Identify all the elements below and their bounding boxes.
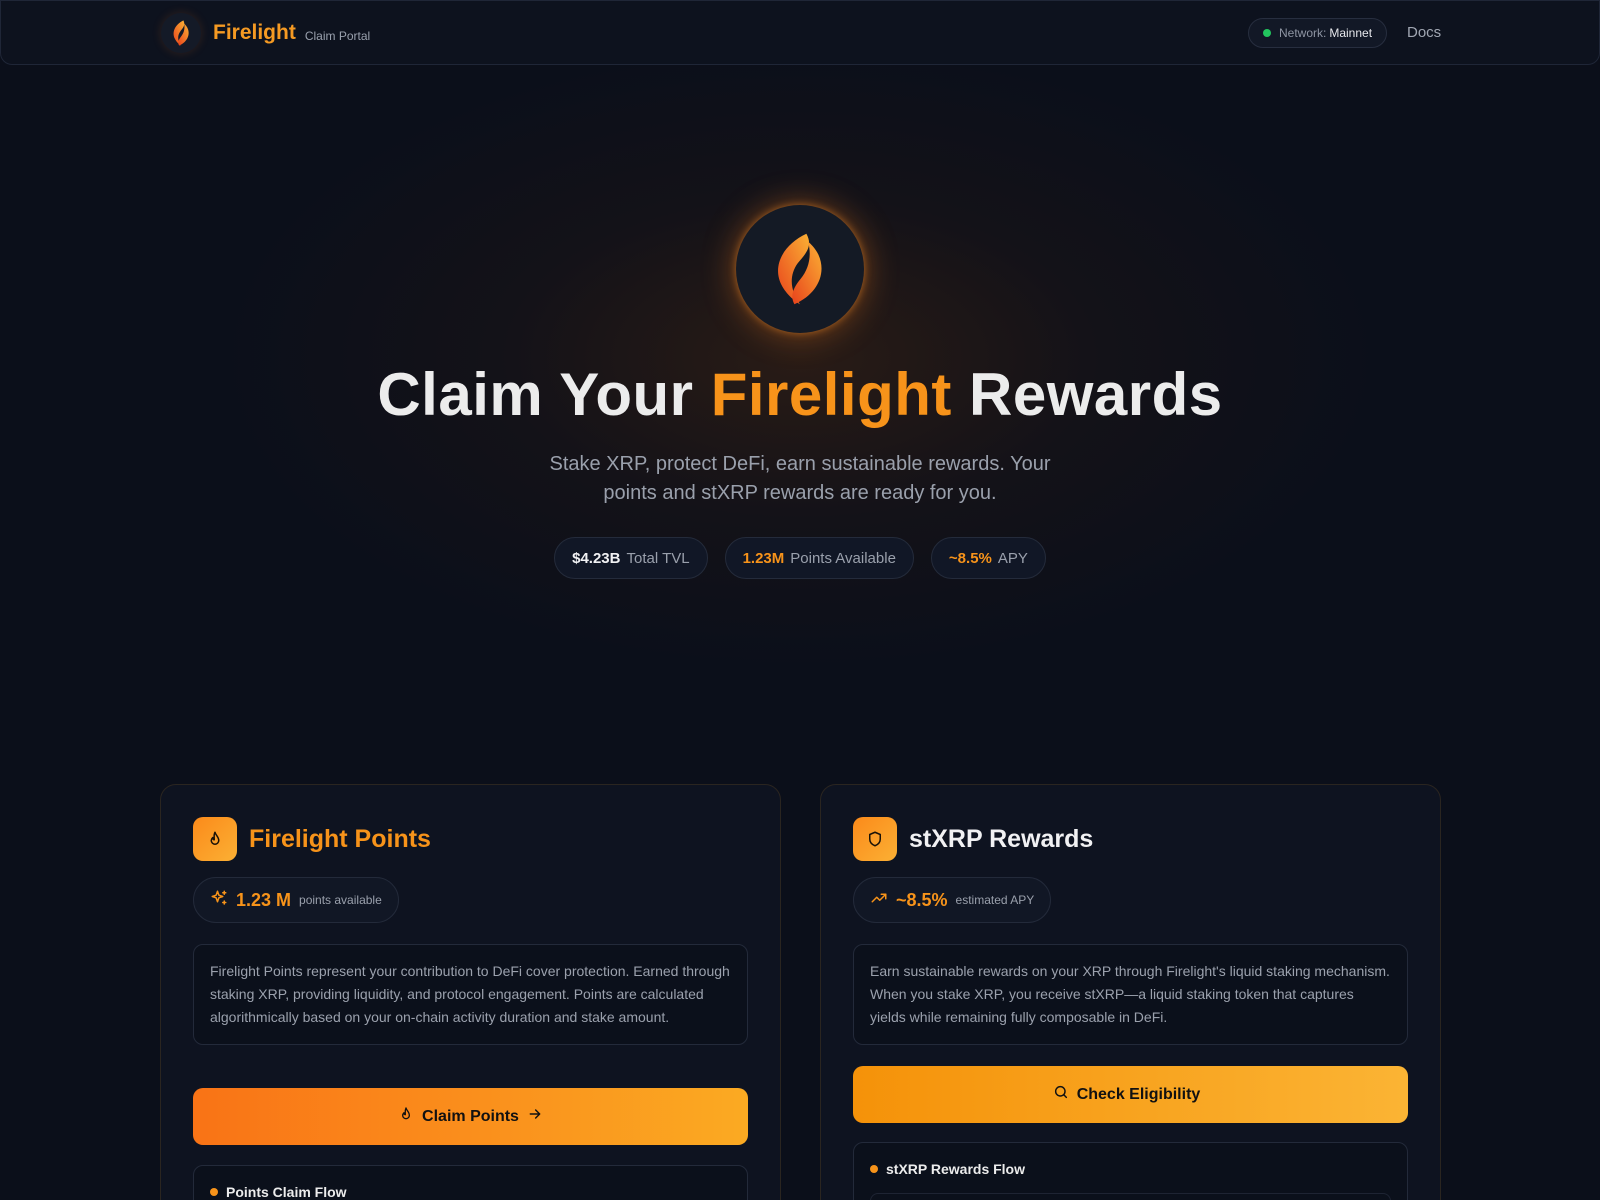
- network-label: Network:: [1279, 26, 1327, 40]
- metric-value: ~8.5%: [896, 889, 948, 910]
- flow-dot: [210, 1188, 218, 1196]
- stat-label: Points Available: [790, 549, 896, 567]
- card-title: stXRP Rewards: [909, 824, 1094, 853]
- firelight-logo-icon: [161, 13, 201, 53]
- stat-apy: ~8.5% APY: [930, 537, 1046, 579]
- flow-title: stXRP Rewards Flow: [886, 1161, 1026, 1177]
- hero-title: Claim Your Firelight Rewards: [0, 360, 1600, 429]
- stxrp-rewards-card: stXRP Rewards ~8.5% estimated APY Earn s…: [820, 784, 1441, 1200]
- top-navbar: Firelight Claim Portal Network: Mainnet …: [0, 0, 1600, 65]
- claim-points-label: Claim Points: [422, 1107, 519, 1125]
- claim-points-button[interactable]: Claim Points: [193, 1088, 748, 1145]
- docs-link[interactable]: Docs: [1407, 24, 1441, 41]
- hero-title-end: Rewards: [951, 361, 1223, 428]
- brand-name: Firelight: [213, 21, 296, 44]
- stat-value: 1.23M: [742, 549, 785, 567]
- card-header: stXRP Rewards: [853, 817, 1093, 861]
- rewards-description: Earn sustainable rewards on your XRP thr…: [853, 944, 1408, 1045]
- flow-step-panel: [870, 1193, 1391, 1200]
- apy-metric-pill: ~8.5% estimated APY: [853, 877, 1052, 923]
- card-header: Firelight Points: [193, 817, 431, 861]
- network-status-dot: [1263, 29, 1271, 37]
- metric-value: 1.23 M: [236, 889, 292, 910]
- flow-header: Points Claim Flow: [210, 1184, 347, 1200]
- metric-label: points available: [299, 893, 382, 907]
- flow-dot: [870, 1165, 878, 1173]
- brand-subtitle: Claim Portal: [304, 28, 371, 43]
- points-description: Firelight Points represent your contribu…: [193, 944, 748, 1045]
- check-eligibility-label: Check Eligibility: [1076, 1085, 1201, 1103]
- flow-title: Points Claim Flow: [226, 1184, 347, 1200]
- flame-icon: [193, 817, 237, 861]
- stat-value: ~8.5%: [948, 549, 992, 567]
- metric-label: estimated APY: [955, 893, 1035, 907]
- hero-subtitle: Stake XRP, protect DeFi, earn sustainabl…: [549, 453, 1051, 504]
- points-metric-pill: 1.23 M points available: [193, 877, 399, 923]
- stats-row: $4.23B Total TVL 1.23M Points Available …: [0, 537, 1600, 579]
- check-eligibility-button[interactable]: Check Eligibility: [853, 1066, 1408, 1123]
- flame-icon: [398, 1106, 414, 1127]
- network-indicator[interactable]: Network: Mainnet: [1248, 18, 1388, 48]
- hero-title-start: Claim Your: [377, 361, 711, 428]
- arrow-right-icon: [527, 1106, 543, 1127]
- trending-up-icon: [870, 889, 888, 912]
- brand[interactable]: Firelight Claim Portal: [161, 13, 370, 53]
- shield-icon: [853, 817, 897, 861]
- card-title: Firelight Points: [249, 824, 431, 853]
- stat-value: $4.23B: [572, 549, 621, 567]
- stat-total-tvl: $4.23B Total TVL: [554, 537, 708, 579]
- stxrp-rewards-flow: stXRP Rewards Flow: [853, 1142, 1408, 1200]
- flow-header: stXRP Rewards Flow: [870, 1161, 1025, 1177]
- hero-title-accent: Firelight: [710, 361, 952, 428]
- stat-label: APY: [997, 549, 1028, 567]
- stat-points-available: 1.23M Points Available: [724, 537, 914, 579]
- points-claim-flow: Points Claim Flow: [193, 1165, 748, 1200]
- search-icon: [1053, 1084, 1069, 1105]
- network-value: Mainnet: [1329, 26, 1373, 40]
- hero-firelight-logo-icon: [736, 205, 864, 333]
- sparkles-icon: [210, 889, 228, 912]
- firelight-points-card: Firelight Points 1.23 M points available…: [160, 784, 781, 1200]
- stat-label: Total TVL: [626, 549, 690, 567]
